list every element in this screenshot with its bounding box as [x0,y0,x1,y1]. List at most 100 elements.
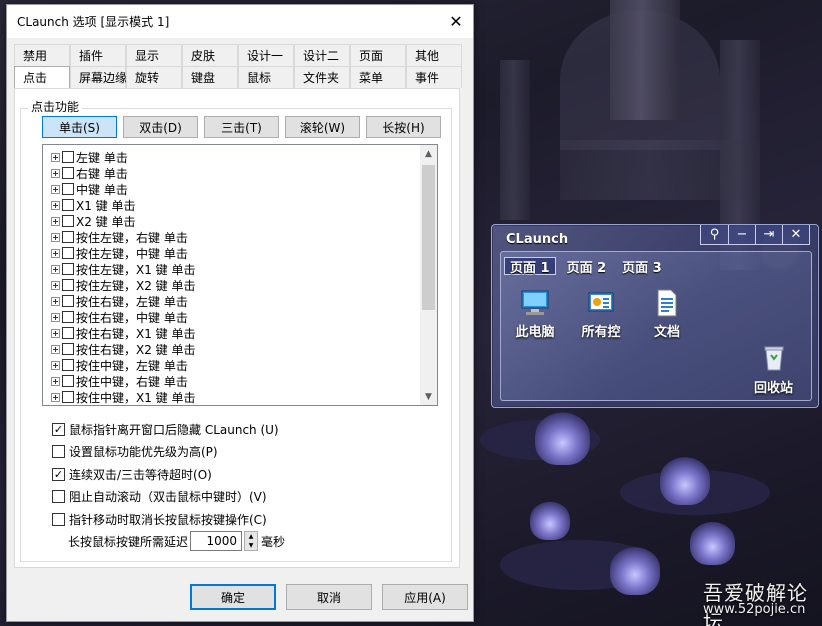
tree-item[interactable]: 左键 单击 [51,149,196,165]
double-click-button[interactable]: 双击(D) [123,116,198,138]
tab-design-1[interactable]: 设计一 [238,44,294,66]
tree-item[interactable]: 按住左键，X1 键 单击 [51,261,196,277]
option-checkbox[interactable] [52,512,65,526]
tree-item-checkbox[interactable] [62,199,74,211]
tree-item[interactable]: 按住左键，中键 单击 [51,245,196,261]
close-icon[interactable]: ✕ [782,225,809,244]
tree-item[interactable]: 按住右键，X1 键 单击 [51,325,196,341]
pin-icon[interactable]: ⇥ [755,225,782,244]
tab-skin[interactable]: 皮肤 [182,44,238,66]
tree-item[interactable]: X2 键 单击 [51,213,196,229]
expand-icon[interactable] [51,360,60,370]
tree-item-checkbox[interactable] [62,343,74,355]
expand-icon[interactable] [51,184,60,194]
ok-button[interactable]: 确定 [190,584,276,610]
expand-icon[interactable] [51,200,60,210]
tree-item[interactable]: 按住左键，右键 单击 [51,229,196,245]
option-row[interactable]: 指针移动时取消长按鼠标按键操作(C) [52,508,279,531]
scroll-down-icon[interactable]: ▼ [420,388,437,405]
claunch-page-2[interactable]: 页面 2 [562,257,612,276]
tree-item-checkbox[interactable] [62,231,74,243]
tab-design-2[interactable]: 设计二 [294,44,350,66]
option-checkbox[interactable] [52,445,65,459]
tab-folder[interactable]: 文件夹 [294,66,350,88]
tree-item-checkbox[interactable] [62,375,74,387]
tree-item-checkbox[interactable] [62,215,74,227]
claunch-page-3[interactable]: 页面 3 [617,257,667,276]
tree-item[interactable]: 按住中键，X1 键 单击 [51,389,196,405]
option-row[interactable]: ✓ 鼠标指针离开窗口后隐藏 CLaunch (U) [52,418,279,441]
tree-item[interactable]: 按住右键，X2 键 单击 [51,341,196,357]
search-icon[interactable]: ⚲ [701,225,728,244]
tab-menu[interactable]: 菜单 [350,66,406,88]
expand-icon[interactable] [51,168,60,178]
tab-other[interactable]: 其他 [406,44,462,66]
single-click-button[interactable]: 单击(S) [42,116,117,138]
option-row[interactable]: 设置鼠标功能优先级为高(P) [52,441,279,464]
documents-shortcut[interactable]: 文档 [640,287,694,340]
tab-mouse[interactable]: 鼠标 [238,66,294,88]
tree-item[interactable]: 中键 单击 [51,181,196,197]
tree-item-checkbox[interactable] [62,311,74,323]
tree-item[interactable]: 按住右键，左键 单击 [51,293,196,309]
expand-icon[interactable] [51,216,60,226]
expand-icon[interactable] [51,328,60,338]
tab-pages[interactable]: 页面 [350,44,406,66]
tab-screen-edge[interactable]: 屏幕边缘 [70,66,127,88]
option-checkbox[interactable] [52,490,65,504]
tab-plugins[interactable]: 插件 [70,44,126,66]
apply-button[interactable]: 应用(A) [382,584,468,610]
spin-up-icon[interactable]: ▲ [245,532,258,541]
wheel-button[interactable]: 滚轮(W) [285,116,360,138]
tree-item[interactable]: 按住左键，X2 键 单击 [51,277,196,293]
option-checkbox[interactable]: ✓ [52,422,65,436]
tab-disable[interactable]: 禁用 [14,44,70,66]
expand-icon[interactable] [51,232,60,242]
tree-scrollbar[interactable]: ▲ ▼ [420,145,437,405]
tree-item-checkbox[interactable] [62,247,74,259]
option-row[interactable]: ✓ 连续双击/三击等待超时(O) [52,463,279,486]
expand-icon[interactable] [51,296,60,306]
spin-down-icon[interactable]: ▼ [245,541,258,550]
cancel-button[interactable]: 取消 [286,584,372,610]
tree-item-checkbox[interactable] [62,263,74,275]
option-row[interactable]: 阻止自动滚动（双击鼠标中键时）(V) [52,486,279,509]
tab-click[interactable]: 点击 [14,66,70,88]
tree-item-checkbox[interactable] [62,359,74,371]
tree-item-checkbox[interactable] [62,327,74,339]
this-pc-shortcut[interactable]: 此电脑 [508,287,562,340]
tree-item[interactable]: 右键 单击 [51,165,196,181]
tab-keyboard[interactable]: 键盘 [182,66,238,88]
expand-icon[interactable] [51,376,60,386]
tree-item[interactable]: 按住中键，右键 单击 [51,373,196,389]
minimize-icon[interactable]: − [728,225,755,244]
expand-icon[interactable] [51,344,60,354]
delay-input[interactable]: 1000 [190,531,243,551]
tree-item-checkbox[interactable] [62,295,74,307]
scroll-thumb[interactable] [422,165,435,310]
recycle-bin-shortcut[interactable]: 回收站 [754,345,793,396]
expand-icon[interactable] [51,152,60,162]
expand-icon[interactable] [51,248,60,258]
option-checkbox[interactable]: ✓ [52,467,65,481]
scroll-up-icon[interactable]: ▲ [420,145,437,162]
claunch-page-1[interactable]: 页面 1 [504,257,556,276]
expand-icon[interactable] [51,264,60,274]
expand-icon[interactable] [51,392,60,402]
delay-spinner[interactable]: ▲ ▼ [244,531,259,551]
tree-item-checkbox[interactable] [62,279,74,291]
tree-item-checkbox[interactable] [62,183,74,195]
expand-icon[interactable] [51,312,60,322]
control-panel-shortcut[interactable]: 所有控 [574,287,628,340]
dialog-titlebar[interactable]: CLaunch 选项 [显示模式 1] ✕ [7,5,473,39]
tree-item[interactable]: X1 键 单击 [51,197,196,213]
mouse-action-tree[interactable]: 左键 单击 右键 单击 中键 单击 X1 键 单击 X2 键 单击 按住左键，右键 单击按… [42,144,438,406]
tab-display[interactable]: 显示 [126,44,182,66]
close-icon[interactable]: ✕ [439,5,473,39]
triple-click-button[interactable]: 三击(T) [204,116,279,138]
long-press-button[interactable]: 长按(H) [366,116,441,138]
tree-item[interactable]: 按住中键，左键 单击 [51,357,196,373]
tab-rotate[interactable]: 旋转 [126,66,182,88]
tree-item-checkbox[interactable] [62,151,74,163]
tree-item[interactable]: 按住右键，中键 单击 [51,309,196,325]
